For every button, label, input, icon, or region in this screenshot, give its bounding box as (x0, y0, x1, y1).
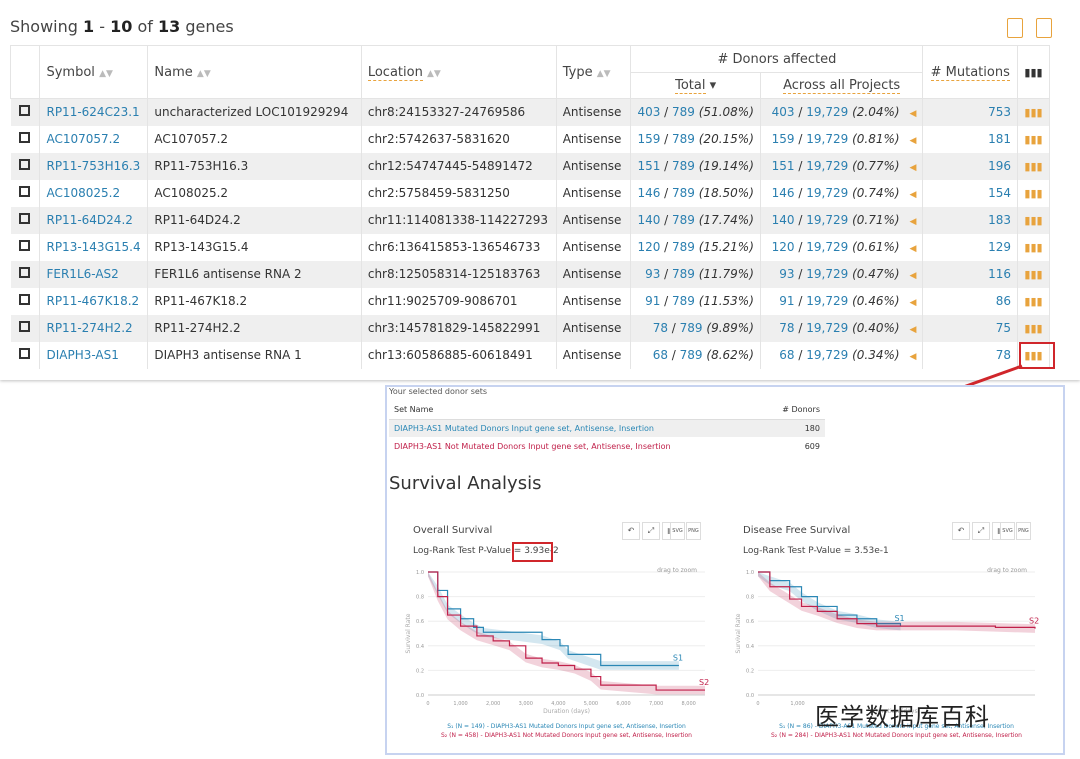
y-axis-label: Survival Rate (735, 613, 742, 653)
curve-label: S1 (894, 614, 904, 623)
pvalue-highlight-box (512, 542, 553, 562)
y-tick-label: 1.0 (746, 570, 754, 576)
watermark: 医学数据库百科 (815, 703, 990, 731)
y-tick-label: 0.8 (746, 595, 754, 601)
legend-entry: S₂ (N = 284) - DIAPH3-AS1 Not Mutated Do… (771, 732, 1022, 739)
y-tick-label: 0.6 (746, 619, 754, 625)
confidence-band (758, 572, 1035, 633)
drag-to-zoom-hint: drag to zoom (987, 567, 1027, 574)
x-tick-label: 0 (756, 701, 759, 707)
y-tick-label: 0.4 (746, 644, 754, 650)
y-tick-label: 0.0 (746, 693, 754, 699)
y-tick-label: 0.2 (746, 668, 754, 674)
x-tick-label: 1,000 (790, 701, 804, 707)
survival-plot[interactable]: 0.00.20.40.60.81.00 1,000Duration (days)S… (0, 0, 1080, 759)
curve-label: S2 (1029, 617, 1039, 626)
